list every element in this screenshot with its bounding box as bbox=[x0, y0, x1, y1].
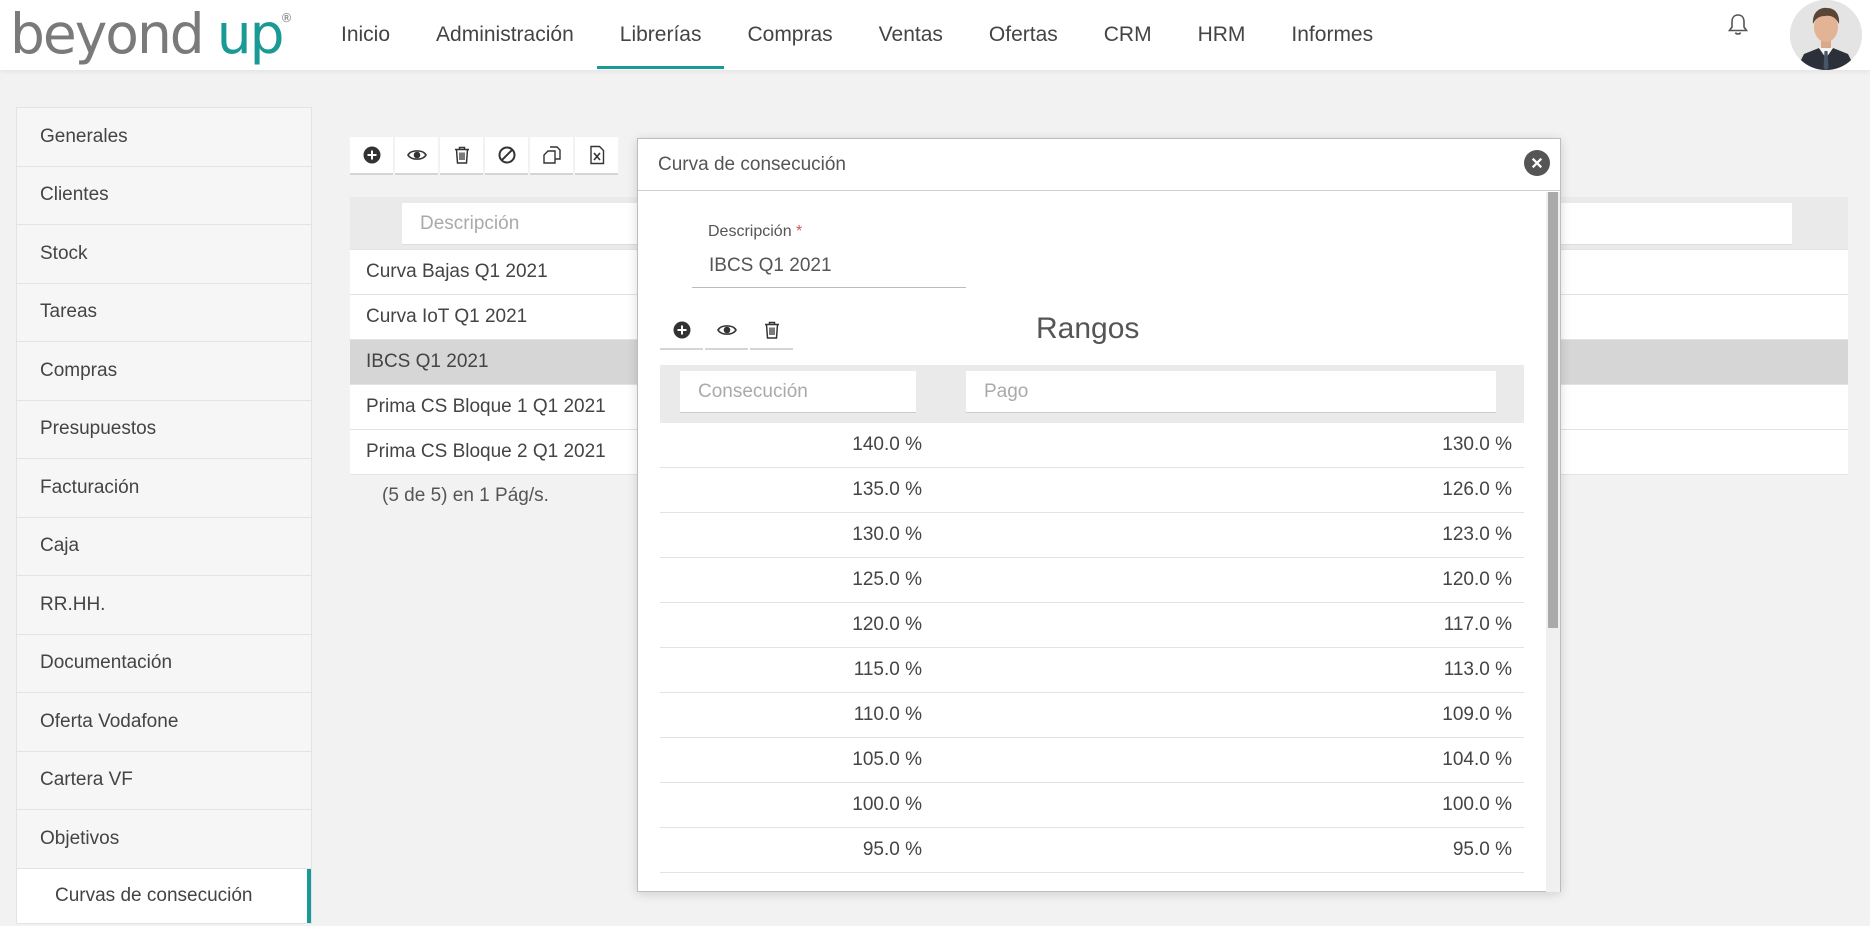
ban-icon bbox=[498, 146, 515, 164]
nav-item-ofertas[interactable]: Ofertas bbox=[966, 0, 1081, 70]
sidebar-item-objetivos[interactable]: Objetivos bbox=[17, 810, 311, 869]
range-row[interactable]: 100.0 % 100.0 % bbox=[660, 783, 1524, 828]
consecucion-cell: 120.0 % bbox=[852, 614, 922, 635]
dialog-body: Descripción * IBCS Q1 2021 Rangos 140.0 … bbox=[638, 192, 1546, 892]
plus-circle-icon bbox=[673, 321, 690, 339]
notifications-bell-icon[interactable] bbox=[1726, 12, 1750, 38]
pago-cell: 104.0 % bbox=[1442, 749, 1512, 770]
consecucion-cell: 140.0 % bbox=[852, 434, 922, 455]
add-button[interactable] bbox=[350, 137, 393, 175]
range-row[interactable]: 95.0 % 95.0 % bbox=[660, 828, 1524, 873]
range-row[interactable]: 115.0 % 113.0 % bbox=[660, 648, 1524, 693]
view-button[interactable] bbox=[395, 137, 438, 175]
consecucion-cell: 135.0 % bbox=[852, 479, 922, 500]
sidebar-item-cartera-vf[interactable]: Cartera VF bbox=[17, 751, 311, 810]
sidebar-item-facturaci-n[interactable]: Facturación bbox=[17, 459, 311, 518]
required-mark: * bbox=[796, 223, 803, 240]
dialog-title: Curva de consecución bbox=[658, 153, 846, 175]
sidebar-item-presupuestos[interactable]: Presupuestos bbox=[17, 400, 311, 459]
trash-icon bbox=[454, 146, 469, 164]
pago-cell: 130.0 % bbox=[1442, 434, 1512, 455]
range-row[interactable]: 135.0 % 126.0 % bbox=[660, 468, 1524, 513]
eye-icon bbox=[406, 150, 427, 160]
sidebar: Generales Clientes Stock Tareas Compras Presu… bbox=[16, 107, 312, 924]
disable-button[interactable] bbox=[485, 137, 528, 175]
brand-logo[interactable]: beyond up ® bbox=[10, 2, 293, 66]
pago-cell: 95.0 % bbox=[1452, 839, 1512, 860]
curve-dialog: Curva de consecución Descripción * IBCS … bbox=[637, 138, 1561, 892]
range-row[interactable]: 130.0 % 123.0 % bbox=[660, 513, 1524, 558]
delete-range-button[interactable] bbox=[750, 312, 793, 350]
plus-circle-icon bbox=[363, 146, 380, 164]
duplicate-button[interactable] bbox=[530, 137, 573, 175]
sidebar-subitem-curvas-de-consecucion[interactable]: Curvas de consecución bbox=[17, 868, 311, 923]
range-row[interactable]: 110.0 % 109.0 % bbox=[660, 693, 1524, 738]
trash-icon bbox=[764, 321, 779, 339]
copy-icon bbox=[542, 146, 561, 164]
consecucion-cell: 115.0 % bbox=[853, 659, 922, 680]
logo-word-beyond: beyond bbox=[10, 2, 205, 66]
consecucion-cell: 110.0 % bbox=[853, 704, 922, 725]
nav-item-inicio[interactable]: Inicio bbox=[318, 0, 413, 70]
main-nav: Inicio Administración Librerías Compras Vent… bbox=[318, 0, 1396, 70]
nav-item-administraci-n[interactable]: Administración bbox=[413, 0, 597, 70]
delete-button[interactable] bbox=[440, 137, 483, 175]
export-excel-button[interactable] bbox=[575, 137, 618, 175]
sidebar-item-generales[interactable]: Generales bbox=[17, 108, 311, 167]
nav-item-hrm[interactable]: HRM bbox=[1175, 0, 1269, 70]
nav-item-informes[interactable]: Informes bbox=[1268, 0, 1396, 70]
sidebar-item-clientes[interactable]: Clientes bbox=[17, 166, 311, 225]
nav-item-compras[interactable]: Compras bbox=[724, 0, 855, 70]
top-navbar: beyond up ® Inicio Administración Librería… bbox=[0, 0, 1870, 70]
registered-mark: ® bbox=[280, 11, 293, 25]
pago-cell: 113.0 % bbox=[1443, 659, 1512, 680]
range-row[interactable]: 140.0 % 130.0 % bbox=[660, 423, 1524, 468]
nav-item-librer-as[interactable]: Librerías bbox=[596, 0, 725, 70]
consecucion-cell: 125.0 % bbox=[852, 569, 922, 590]
pago-cell: 120.0 % bbox=[1442, 569, 1512, 590]
range-row[interactable]: 120.0 % 117.0 % bbox=[660, 603, 1524, 648]
ranges-filter-bar bbox=[660, 365, 1524, 423]
pago-cell: 100.0 % bbox=[1442, 794, 1512, 815]
pago-cell: 109.0 % bbox=[1442, 704, 1512, 725]
user-avatar[interactable] bbox=[1790, 0, 1862, 70]
ranges-section-title: Rangos bbox=[1036, 312, 1140, 345]
range-row[interactable]: 105.0 % 104.0 % bbox=[660, 738, 1524, 783]
logo-word-up: up bbox=[216, 2, 285, 66]
excel-file-icon bbox=[589, 145, 604, 165]
pago-cell: 126.0 % bbox=[1442, 479, 1512, 500]
sidebar-item-documentaci-n[interactable]: Documentación bbox=[17, 634, 311, 693]
close-icon bbox=[1531, 157, 1543, 169]
sidebar-item-caja[interactable]: Caja bbox=[17, 517, 311, 576]
pago-cell: 123.0 % bbox=[1442, 524, 1512, 545]
description-field[interactable]: IBCS Q1 2021 bbox=[692, 254, 966, 288]
close-dialog-button[interactable] bbox=[1524, 150, 1550, 176]
ranges-table: 140.0 % 130.0 % 135.0 % 126.0 % 130.0 % 123.0… bbox=[660, 423, 1524, 873]
eye-icon bbox=[716, 325, 737, 335]
sidebar-item-rr-hh-[interactable]: RR.HH. bbox=[17, 576, 311, 635]
pago-filter-input[interactable] bbox=[966, 371, 1496, 413]
view-range-button[interactable] bbox=[705, 312, 748, 350]
dialog-scrollbar[interactable] bbox=[1546, 192, 1560, 892]
consecucion-cell: 95.0 % bbox=[862, 839, 922, 860]
ranges-toolbar bbox=[660, 312, 793, 350]
sidebar-item-compras[interactable]: Compras bbox=[17, 342, 311, 401]
sidebar-item-tareas[interactable]: Tareas bbox=[17, 283, 311, 342]
scrollbar-thumb[interactable] bbox=[1548, 192, 1558, 628]
add-range-button[interactable] bbox=[660, 312, 703, 350]
description-label: Descripción * bbox=[708, 223, 802, 241]
pago-cell: 117.0 % bbox=[1443, 614, 1512, 635]
sidebar-item-stock[interactable]: Stock bbox=[17, 225, 311, 284]
consecucion-cell: 105.0 % bbox=[852, 749, 922, 770]
description-label-text: Descripción bbox=[708, 223, 792, 240]
dialog-header: Curva de consecución bbox=[638, 139, 1560, 191]
consecucion-filter-input[interactable] bbox=[680, 371, 916, 413]
range-row[interactable]: 125.0 % 120.0 % bbox=[660, 558, 1524, 603]
consecucion-cell: 130.0 % bbox=[852, 524, 922, 545]
nav-item-ventas[interactable]: Ventas bbox=[856, 0, 966, 70]
nav-item-crm[interactable]: CRM bbox=[1081, 0, 1175, 70]
consecucion-cell: 100.0 % bbox=[852, 794, 922, 815]
sidebar-item-oferta-vodafone[interactable]: Oferta Vodafone bbox=[17, 693, 311, 752]
